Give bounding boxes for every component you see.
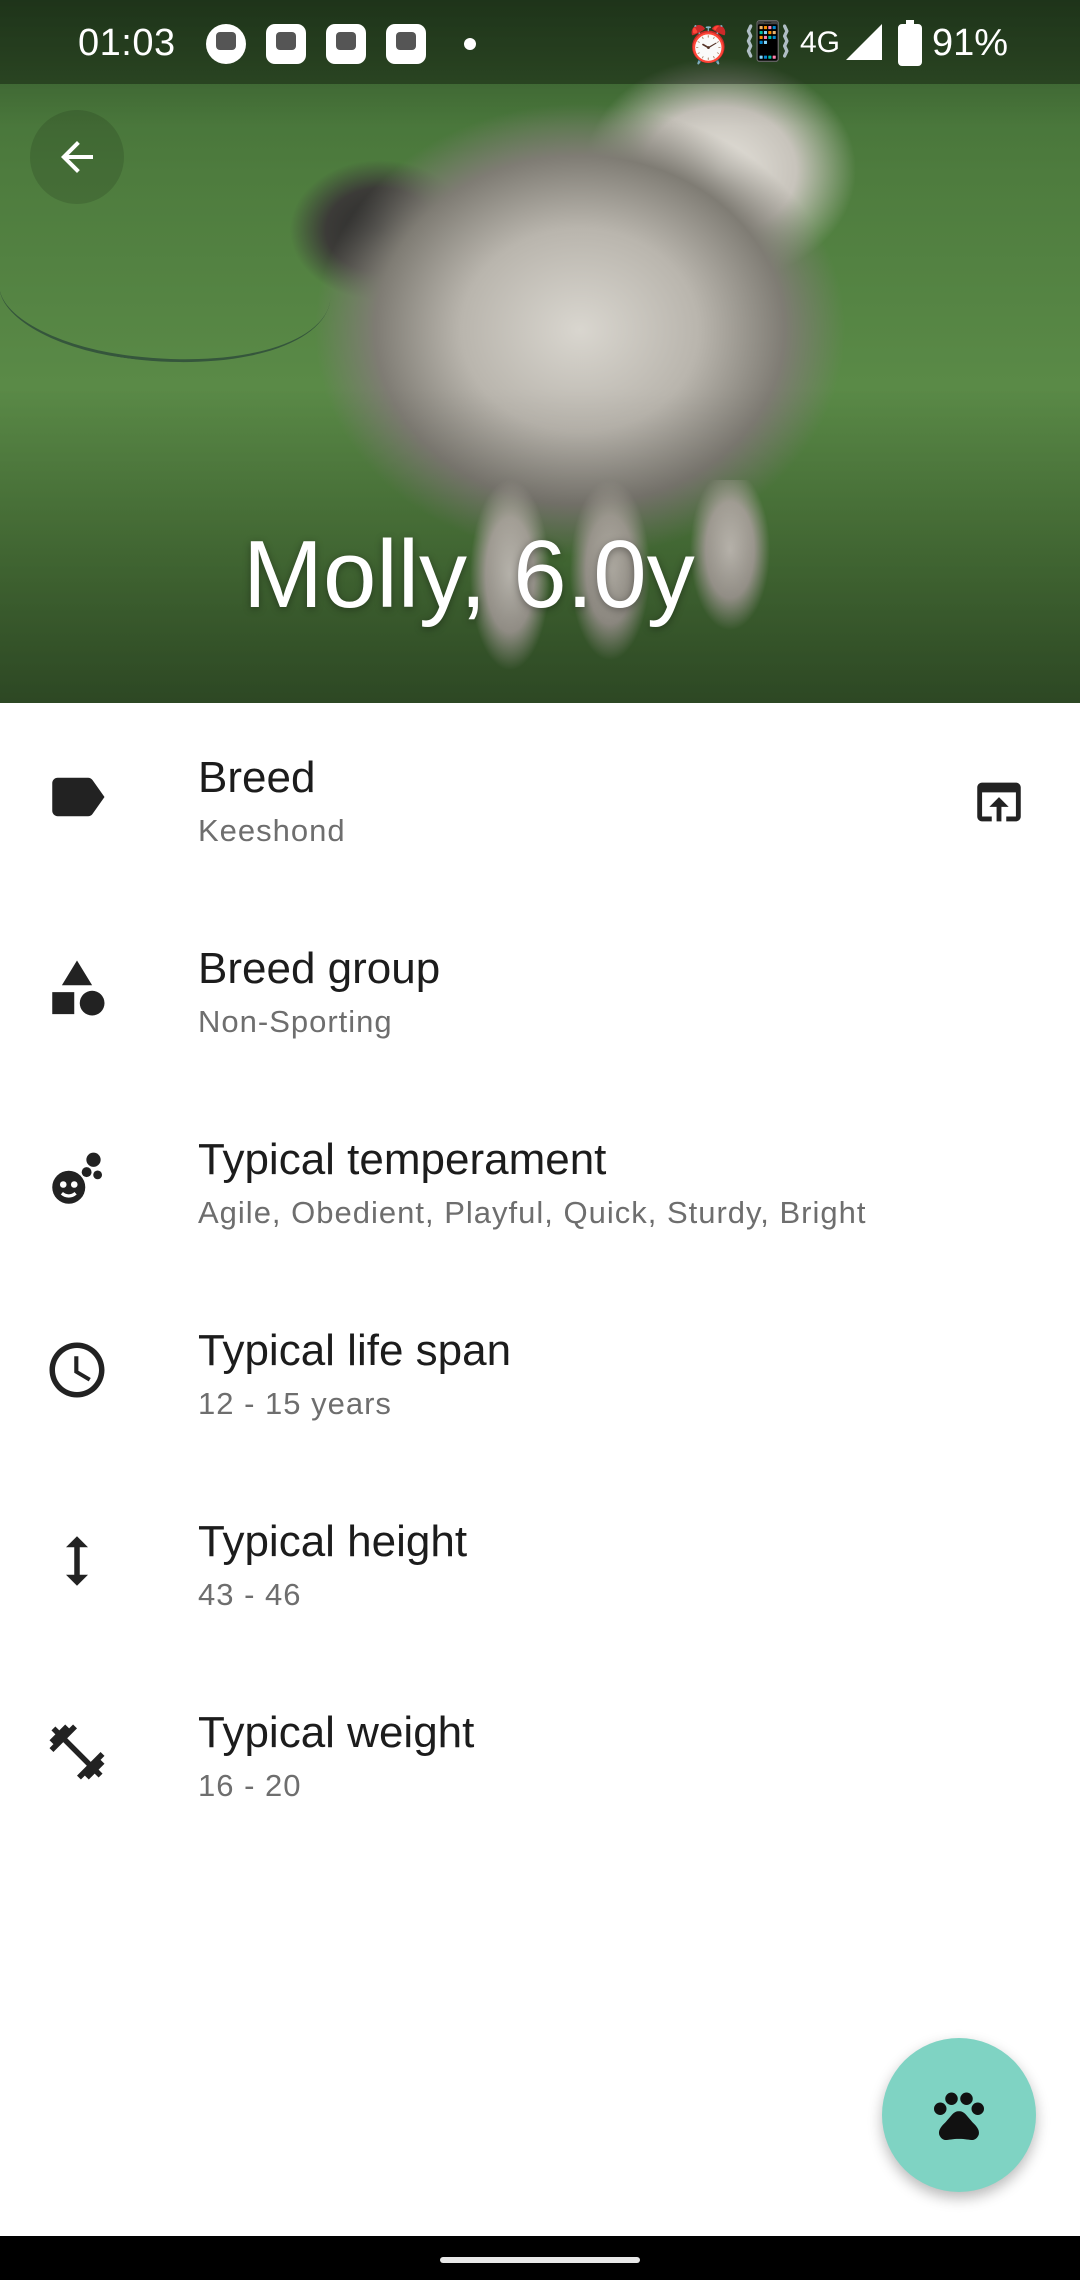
- detail-label: Typical weight: [198, 1708, 475, 1757]
- detail-row-breed: Breed Keeshond: [0, 703, 1080, 894]
- label-tag-icon: [52, 777, 105, 817]
- temperament-icon: [52, 1152, 103, 1204]
- detail-label: Typical life span: [198, 1326, 512, 1375]
- dog-name-age-title: Molly, 6.0y: [243, 521, 695, 628]
- detail-row-breed-group: Breed group Non-Sporting: [0, 894, 1080, 1085]
- category-shapes-icon: [52, 960, 105, 1016]
- height-arrows-icon: [66, 1536, 88, 1586]
- notification-icon: [386, 24, 426, 64]
- network-type: 4G: [800, 26, 841, 59]
- detail-value: 16 - 20: [198, 1768, 302, 1803]
- back-button[interactable]: [30, 110, 124, 204]
- detail-value: 12 - 15 years: [198, 1386, 392, 1421]
- detail-value: 43 - 46: [198, 1577, 302, 1612]
- notification-icon: [206, 24, 246, 64]
- arrow-back-icon: [61, 141, 93, 173]
- alarm-icon: ⏰: [686, 24, 731, 65]
- detail-label: Typical temperament: [198, 1135, 607, 1184]
- dumbbell-icon: [49, 1724, 105, 1780]
- clock-icon: [49, 1342, 105, 1398]
- detail-value: Non-Sporting: [198, 1004, 393, 1039]
- detail-row-height: Typical height 43 - 46: [0, 1467, 1080, 1658]
- notification-icon: [266, 24, 306, 64]
- detail-label: Breed group: [198, 944, 441, 993]
- battery-percent: 91%: [932, 22, 1009, 64]
- vibrate-icon: 📳: [744, 21, 792, 63]
- status-bar: 01:03 ⏰ 📳 4G 91%: [0, 0, 1080, 84]
- more-notifications-dot: [464, 38, 476, 50]
- signal-icon: [846, 24, 882, 60]
- detail-label: Breed: [198, 753, 316, 802]
- detail-value: Agile, Obedient, Playful, Quick, Sturdy,…: [198, 1195, 867, 1230]
- system-nav-bar: [0, 2236, 1080, 2280]
- open-in-browser-icon[interactable]: [970, 773, 1028, 831]
- notification-icon: [326, 24, 366, 64]
- home-gesture-handle[interactable]: [440, 2257, 640, 2263]
- detail-row-temperament: Typical temperament Agile, Obedient, Pla…: [0, 1085, 1080, 1276]
- detail-row-weight: Typical weight 16 - 20: [0, 1658, 1080, 1849]
- paw-icon: [934, 2092, 984, 2141]
- status-time: 01:03: [78, 22, 176, 64]
- battery-icon: [898, 20, 922, 66]
- details-list: Breed Keeshond Breed group Non-Sporting …: [0, 703, 1080, 1849]
- detail-row-life-span: Typical life span 12 - 15 years: [0, 1276, 1080, 1467]
- detail-value: Keeshond: [198, 813, 346, 848]
- paw-fab-button[interactable]: [882, 2038, 1036, 2192]
- detail-label: Typical height: [198, 1517, 468, 1566]
